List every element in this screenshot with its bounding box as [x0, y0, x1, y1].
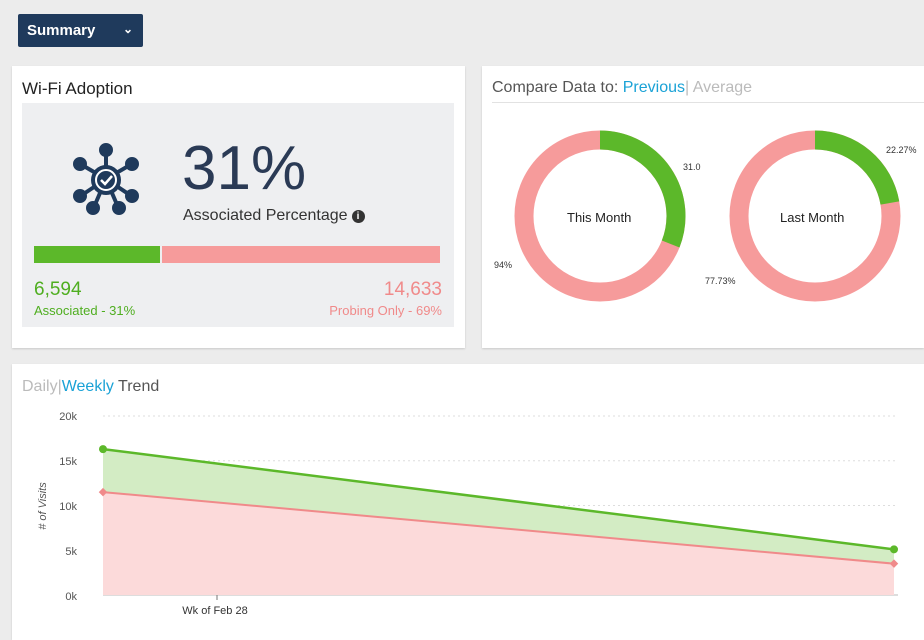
x-tick-label: Wk of Feb 28 [182, 605, 247, 617]
associated-percentage-text: Associated Percentage [183, 207, 348, 224]
probing-count: 14,633 [383, 279, 442, 300]
compare-option-average[interactable]: Average [693, 79, 752, 96]
association-percent: 31% [182, 134, 307, 203]
y-tick-label: 10k [59, 501, 77, 513]
compare-separator: | [684, 79, 690, 96]
y-tick-label: 0k [65, 591, 77, 603]
this-month-red-value: 94% [494, 260, 513, 270]
this-month-associated-arc [599, 130, 686, 248]
compare-option-previous[interactable]: Previous [623, 79, 685, 96]
compare-donuts [514, 130, 901, 302]
y-tick-label: 15k [59, 456, 77, 468]
top-toolbar: Summary ⌄ [0, 0, 924, 62]
last-month-green-value: 22.27% [886, 145, 917, 155]
associated-point[interactable] [99, 445, 107, 454]
weekly-trend-card: Daily|Weekly Trend 20k 15k 10k 5k 0k # o… [12, 364, 924, 640]
summary-label: Summary [27, 22, 96, 39]
compare-card: Compare Data to: Previous| Average This … [482, 66, 924, 348]
associated-caption: Associated - 31% [34, 303, 136, 318]
associated-bar [34, 246, 160, 263]
y-tick-label: 5k [65, 546, 77, 558]
associated-count: 6,594 [34, 279, 82, 300]
probing-bar [162, 246, 440, 263]
associated-percentage-label: Associated Percentage i [183, 207, 365, 225]
wifi-adoption-title: Wi-Fi Adoption [22, 79, 133, 98]
compare-prefix: Compare Data to: [492, 79, 619, 96]
associated-point[interactable] [890, 545, 898, 554]
this-month-label: This Month [567, 210, 632, 225]
compare-header: Compare Data to: Previous| Average [492, 79, 752, 97]
wifi-hub-icon [73, 143, 139, 215]
trend-chart: 20k 15k 10k 5k 0k # of Visits Wk of Feb … [37, 411, 899, 617]
last-month-label: Last Month [780, 210, 845, 225]
adoption-panel: 31% Associated Percentage i 6,594 Associa… [22, 103, 454, 327]
y-tick-label: 20k [59, 411, 77, 423]
probing-caption: Probing Only - 69% [329, 303, 442, 318]
info-icon[interactable]: i [351, 210, 365, 223]
last-month-red-value: 77.73% [705, 276, 736, 286]
y-axis-title: # of Visits [37, 482, 49, 530]
wifi-adoption-card: Wi-Fi Adoption 31% Associated Percentage… [12, 66, 465, 348]
this-month-green-value: 31.0 [683, 162, 701, 172]
y-tick-labels: 20k 15k 10k 5k 0k [59, 411, 77, 603]
last-month-associated-arc [814, 130, 900, 205]
summary-dropdown[interactable]: Summary ⌄ [18, 14, 143, 47]
series-group [98, 445, 899, 595]
chevron-down-icon: ⌄ [122, 22, 133, 36]
divider [492, 102, 924, 103]
